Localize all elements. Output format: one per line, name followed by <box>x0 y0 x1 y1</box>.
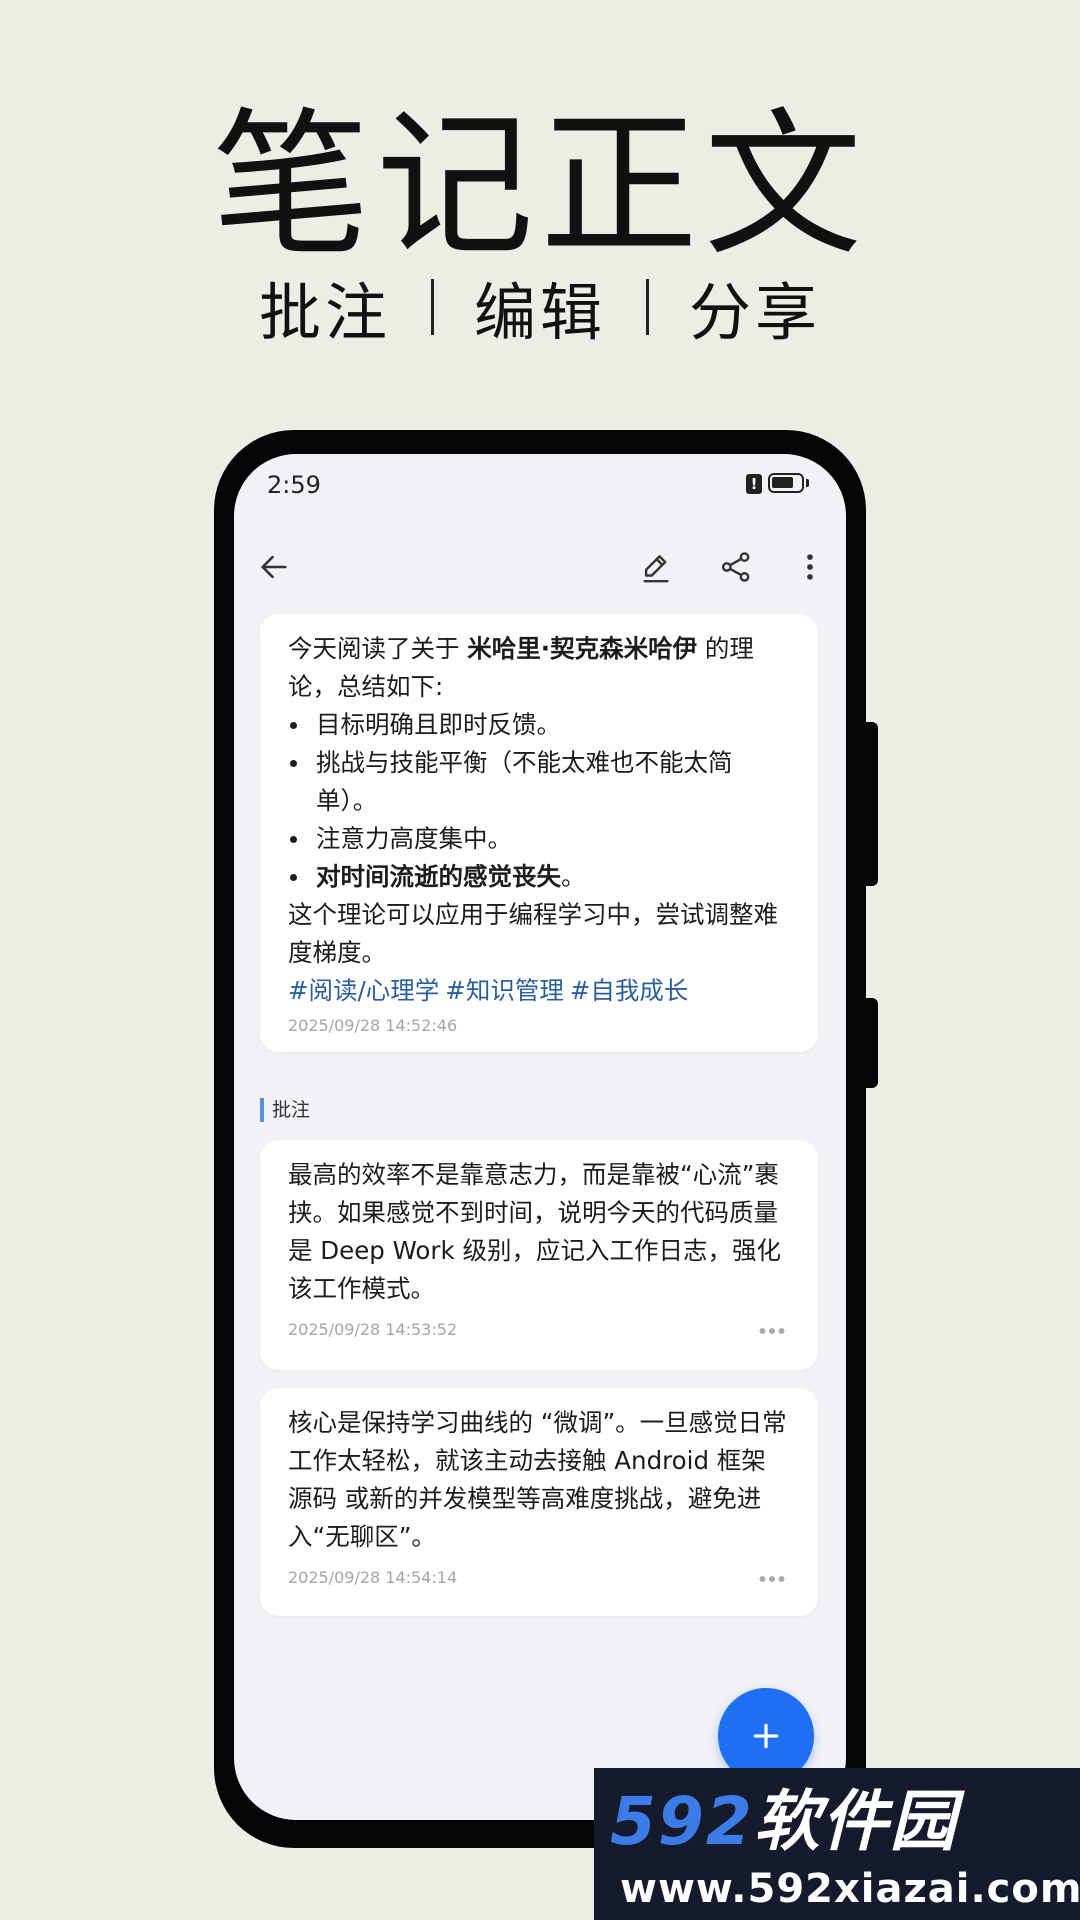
note-bullet-bold: 对时间流逝的感觉丧失。 <box>288 858 790 896</box>
alert-icon: ! <box>746 474 762 494</box>
battery-icon <box>768 473 804 493</box>
more-options-button[interactable] <box>780 532 840 602</box>
more-vertical-icon <box>807 554 813 580</box>
note-bullet-bold-suffix: 。 <box>561 862 586 891</box>
phone-power-button <box>866 998 878 1088</box>
note-card[interactable]: 今天阅读了关于 米哈里·契克森米哈伊 的理论，总结如下: 目标明确且即时反馈。 … <box>260 614 818 1052</box>
toolbar <box>234 532 846 602</box>
watermark: 592软件园 www.592xiazai.com <box>594 1768 1080 1920</box>
annotation-timestamp: 2025/09/28 14:54:14 <box>288 1568 458 1587</box>
watermark-url: www.592xiazai.com <box>620 1866 1080 1912</box>
phone-volume-button <box>866 722 878 886</box>
note-tags: #阅读/心理学 #知识管理 #自我成长 <box>288 972 790 1010</box>
battery-tip <box>806 479 809 487</box>
annotation-card[interactable]: 最高的效率不是靠意志力，而是靠被“心流”裹挟。如果感觉不到时间，说明今天的代码质… <box>260 1140 818 1370</box>
share-icon <box>721 552 750 582</box>
plus-icon <box>753 1723 779 1749</box>
note-bullet: 注意力高度集中。 <box>288 820 790 858</box>
annotation-more-button[interactable] <box>754 1316 790 1346</box>
more-horizontal-icon <box>759 1328 785 1334</box>
annotation-text: 核心是保持学习曲线的 “微调”。一旦感觉日常工作太轻松，就该主动去接触 Andr… <box>288 1408 787 1551</box>
back-button[interactable] <box>244 532 304 602</box>
note-intro-bold: 米哈里·契克森米哈伊 <box>467 634 698 663</box>
note-intro-prefix: 今天阅读了关于 <box>288 634 468 663</box>
note-bullet: 挑战与技能平衡（不能太难也不能太简单）。 <box>288 744 790 820</box>
note-bullet-list: 目标明确且即时反馈。 挑战与技能平衡（不能太难也不能太简单）。 注意力高度集中。… <box>288 706 790 896</box>
hero-title: 笔记正文 <box>212 94 868 278</box>
watermark-logo: 592软件园 <box>610 1782 958 1862</box>
note-body: 今天阅读了关于 米哈里·契克森米哈伊 的理论，总结如下: 目标明确且即时反馈。 … <box>288 630 790 972</box>
phone-screen: 2:59 ! 今天阅读了关于 米哈里·契克森米哈伊 的理论，总结如下: 目标明确… <box>234 454 846 1820</box>
arrow-left-icon <box>261 555 287 579</box>
annotation-more-button[interactable] <box>754 1564 790 1594</box>
annotation-text: 最高的效率不是靠意志力，而是靠被“心流”裹挟。如果感觉不到时间，说明今天的代码质… <box>288 1160 781 1303</box>
share-button[interactable] <box>706 532 766 602</box>
tag-link[interactable]: #自我成长 <box>570 976 689 1005</box>
hero-subtitle-annotate: 批注 <box>258 276 391 349</box>
watermark-logo-number: 592 <box>610 1783 754 1860</box>
annotation-card[interactable]: 核心是保持学习曲线的 “微调”。一旦感觉日常工作太轻松，就该主动去接触 Andr… <box>260 1388 818 1616</box>
note-bullet: 目标明确且即时反馈。 <box>288 706 790 744</box>
hero-subtitle: 批注 编辑 分享 <box>0 262 1080 352</box>
edit-button[interactable] <box>626 532 686 602</box>
annotation-footer: 2025/09/28 14:53:52 <box>288 1316 790 1356</box>
annotation-footer: 2025/09/28 14:54:14 <box>288 1564 790 1604</box>
watermark-logo-text: 软件园 <box>753 1783 958 1860</box>
annotations-section-label: 批注 <box>260 1098 310 1122</box>
note-timestamp: 2025/09/28 14:52:46 <box>288 1016 458 1035</box>
more-horizontal-icon <box>759 1576 785 1582</box>
note-bullet-bold-text: 对时间流逝的感觉丧失 <box>316 862 561 891</box>
pencil-icon <box>643 555 669 583</box>
annotation-timestamp: 2025/09/28 14:53:52 <box>288 1320 458 1339</box>
hero-subtitle-share: 分享 <box>689 276 822 349</box>
status-time: 2:59 <box>267 471 321 499</box>
tag-link[interactable]: #阅读/心理学 <box>288 976 439 1005</box>
status-bar: 2:59 ! <box>234 454 846 514</box>
hero-subtitle-edit: 编辑 <box>473 276 606 349</box>
tag-link[interactable]: #知识管理 <box>445 976 564 1005</box>
note-outro: 这个理论可以应用于编程学习中，尝试调整难度梯度。 <box>288 900 778 967</box>
